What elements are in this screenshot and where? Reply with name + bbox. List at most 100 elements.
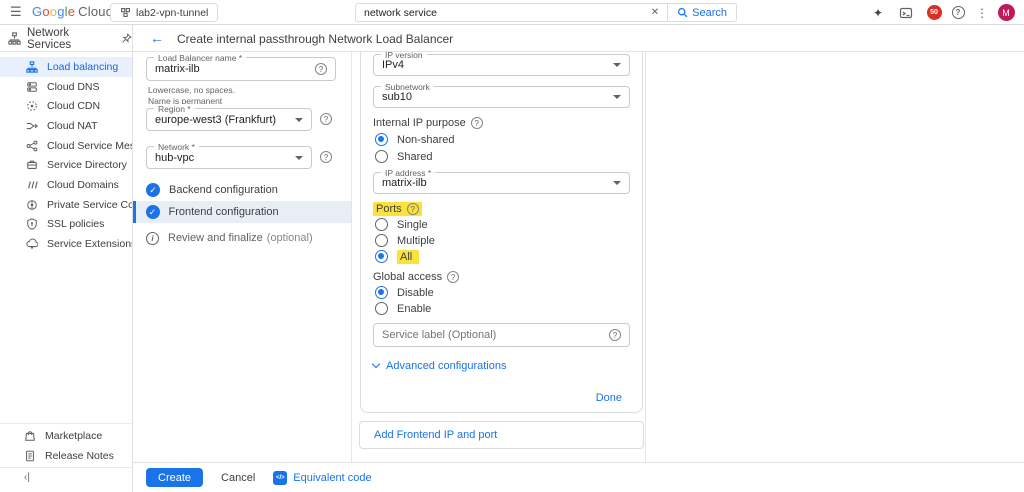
search-button[interactable]: Search [667,4,736,21]
sidebar-item-label: Load balancing [47,61,118,73]
action-bar: Create Cancel </> Equivalent code [133,462,1024,492]
sidebar-item-label: Private Service Connect [47,199,132,211]
radio-button[interactable] [375,133,388,146]
radio-ports-single[interactable]: Single [375,218,630,231]
collapse-sidebar-icon[interactable]: ‹| [24,472,30,483]
sidebar-item-label: Cloud Domains [47,179,119,191]
project-name: lab2-vpn-tunnel [136,7,208,19]
search-bar: ✕ Search [355,3,737,22]
sidebar-item-private-service-connect[interactable]: Private Service Connect [0,195,132,215]
section-title: Network Services [27,27,115,51]
step-review-finalize[interactable]: i Review and finalize (optional) [133,228,351,248]
radio-button[interactable] [375,218,388,231]
region-help-icon[interactable]: ? [320,113,332,125]
back-arrow-icon[interactable]: ← [150,30,164,46]
sidebar-item-label: Release Notes [45,450,114,462]
more-options-icon[interactable]: ⋮ [975,0,989,25]
cloud-shell-icon[interactable] [897,0,915,25]
create-button[interactable]: Create [146,468,203,487]
logo-letter: o [42,4,49,19]
help-icon[interactable]: ? [948,0,968,25]
logo-cloud-word: Cloud [78,4,113,19]
sidebar-item-label: Cloud DNS [47,81,100,93]
ip-address-value: matrix-ilb [382,177,607,189]
sidebar-item-release-notes[interactable]: Release Notes [0,446,132,466]
advanced-configurations-toggle[interactable]: Advanced configurations [373,359,630,372]
service-label-field[interactable]: ? [373,323,630,347]
sidebar-item-label: Cloud NAT [47,120,98,132]
internal-ip-purpose-help-icon[interactable]: ? [471,117,483,129]
service-label-help-icon[interactable]: ? [609,329,621,341]
code-icon: </> [273,471,287,485]
chevron-down-icon [295,118,303,122]
step-backend-configuration[interactable]: ✓ Backend configuration [133,180,351,200]
notification-badge[interactable]: 50 [923,0,945,25]
lb-name-field[interactable]: Load Balancer name * matrix-ilb ? [146,57,336,81]
sidebar-item-cloud-domains[interactable]: Cloud Domains [0,175,132,195]
sidebar-item-service-extensions[interactable]: Service Extensions [0,234,132,254]
step-label-suffix: (optional) [267,232,313,244]
clear-search-icon[interactable]: ✕ [643,7,667,18]
sidebar-item-marketplace[interactable]: Marketplace [0,426,132,446]
search-icon [677,7,688,18]
global-access-help-icon[interactable]: ? [447,271,459,283]
radio-ports-all[interactable]: All [375,250,630,263]
pin-icon[interactable] [121,33,132,44]
radio-button[interactable] [375,234,388,247]
step-frontend-configuration[interactable]: ✓ Frontend configuration [133,201,351,223]
radio-button[interactable] [375,250,388,263]
cancel-button[interactable]: Cancel [221,472,255,484]
service-label-input[interactable] [382,329,609,341]
google-cloud-logo: GoogleCloud [32,4,113,19]
chevron-down-icon [295,156,303,160]
radio-button[interactable] [375,302,388,315]
network-select[interactable]: Network * hub-vpc [146,146,312,169]
internal-ip-purpose-label: Internal IP purpose [373,117,466,129]
ip-address-select[interactable]: IP address * matrix-ilb [373,172,630,194]
step-complete-icon: ✓ [146,183,160,197]
radio-button[interactable] [375,286,388,299]
sidebar-item-label: Service Directory [47,159,127,171]
column-divider [645,52,646,462]
network-help-icon[interactable]: ? [320,151,332,163]
sidebar-item-cloud-service-mesh[interactable]: Cloud Service Mesh (Traff... [0,136,132,156]
project-icon [120,7,131,18]
search-input[interactable] [356,7,643,19]
top-app-bar: ☰ GoogleCloud lab2-vpn-tunnel ✕ Search ✦ [0,0,1024,25]
helper-line: Lowercase, no spaces. [148,85,235,96]
equivalent-code-button[interactable]: </> Equivalent code [273,471,371,485]
menu-icon[interactable]: ☰ [10,4,22,20]
lb-name-value: matrix-ilb [155,63,315,75]
sidebar-item-ssl-policies[interactable]: SSL policies [0,215,132,235]
logo-letter: e [68,4,75,19]
cloud-nat-icon [26,120,38,132]
lb-name-help-icon[interactable]: ? [315,63,327,75]
project-selector[interactable]: lab2-vpn-tunnel [110,3,218,22]
radio-global-enable[interactable]: Enable [375,302,630,315]
subnetwork-select[interactable]: Subnetwork sub10 [373,86,630,108]
ports-help-icon[interactable]: ? [407,203,419,215]
sidebar-item-cloud-dns[interactable]: Cloud DNS [0,77,132,97]
region-select[interactable]: Region * europe-west3 (Frankfurt) [146,108,312,131]
region-label: Region * [154,104,195,114]
radio-global-disable[interactable]: Disable [375,286,630,299]
sidebar-item-service-directory[interactable]: Service Directory [0,155,132,175]
done-button[interactable]: Done [596,392,622,404]
radio-ports-multiple[interactable]: Multiple [375,234,630,247]
radio-label: Multiple [397,235,435,247]
global-access-label: Global access [373,271,442,283]
sidebar-item-cloud-cdn[interactable]: Cloud CDN [0,96,132,116]
chevron-down-icon [613,181,621,185]
radio-button[interactable] [375,150,388,163]
add-frontend-ip-port-button[interactable]: Add Frontend IP and port [374,429,497,441]
radio-non-shared[interactable]: Non-shared [375,133,630,146]
avatar[interactable]: M [994,0,1018,25]
ip-version-select[interactable]: IP version IPv4 [373,54,630,76]
radio-shared[interactable]: Shared [375,150,630,163]
radio-label: Enable [397,303,431,315]
sidebar-item-label: Cloud CDN [47,100,100,112]
sidebar-item-load-balancing[interactable]: Load balancing [0,57,132,77]
ip-version-value: IPv4 [382,59,607,71]
gemini-icon[interactable]: ✦ [869,0,887,25]
sidebar-item-cloud-nat[interactable]: Cloud NAT [0,116,132,136]
